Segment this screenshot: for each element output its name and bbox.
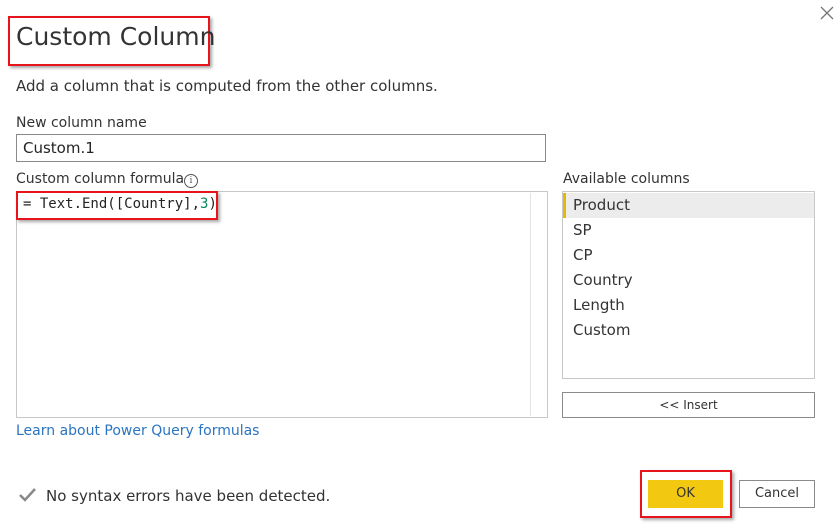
column-item-product[interactable]: Product (563, 193, 814, 218)
editor-scrollbar[interactable] (530, 193, 531, 416)
formula-code: = Text.End([Country], (23, 196, 201, 212)
check-icon (18, 485, 38, 505)
new-column-name-input[interactable] (16, 134, 546, 162)
formula-label: Custom column formula (16, 171, 185, 187)
available-columns-list[interactable]: Product SP CP Country Length Custom (562, 191, 815, 379)
dialog-title: Custom Column (16, 22, 216, 51)
formula-close: ) (208, 196, 217, 212)
column-item-country[interactable]: Country (563, 268, 814, 293)
formula-editor[interactable] (16, 191, 548, 418)
new-column-name-label: New column name (16, 115, 147, 131)
cancel-button[interactable]: Cancel (739, 480, 815, 508)
info-icon[interactable]: i (184, 174, 198, 188)
column-item-length[interactable]: Length (563, 293, 814, 318)
close-button[interactable] (818, 4, 836, 22)
insert-button[interactable]: << Insert (562, 392, 815, 418)
column-item-custom[interactable]: Custom (563, 318, 814, 343)
column-item-sp[interactable]: SP (563, 218, 814, 243)
ok-button[interactable]: OK (648, 480, 723, 508)
available-columns-label: Available columns (563, 171, 690, 187)
column-item-cp[interactable]: CP (563, 243, 814, 268)
close-icon (820, 6, 834, 20)
syntax-status: No syntax errors have been detected. (46, 487, 331, 505)
learn-formulas-link[interactable]: Learn about Power Query formulas (16, 423, 259, 439)
formula-text: = Text.End([Country],3) (23, 196, 217, 212)
dialog-subtitle: Add a column that is computed from the o… (16, 77, 438, 95)
